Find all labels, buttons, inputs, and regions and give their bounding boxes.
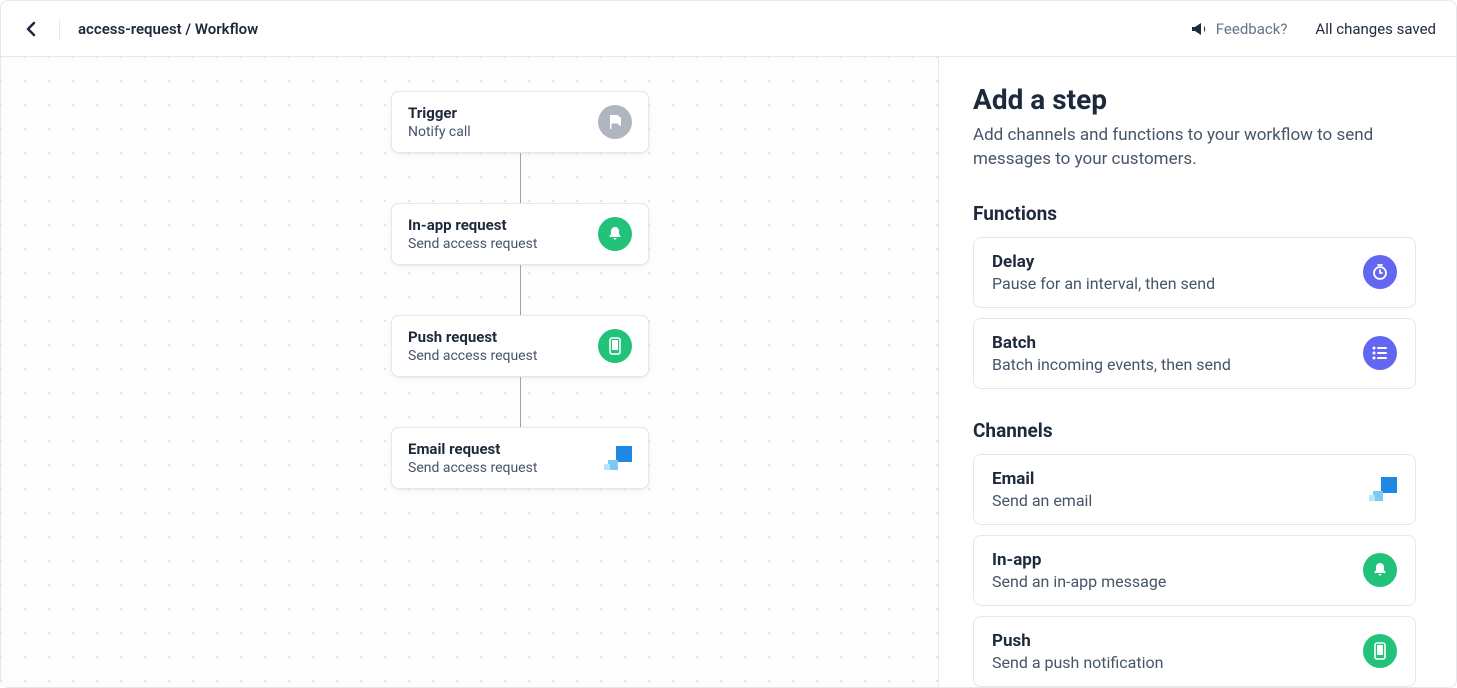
workflow-node-trigger[interactable]: Trigger Notify call bbox=[391, 91, 649, 153]
header: access-request / Workflow Feedback? All … bbox=[1, 1, 1456, 57]
workflow-node-push[interactable]: Push request Send access request bbox=[391, 315, 649, 377]
clock-icon bbox=[1363, 255, 1397, 289]
card-subtitle: Send an in-app message bbox=[992, 572, 1166, 591]
card-title: Delay bbox=[992, 252, 1215, 272]
node-subtitle: Notify call bbox=[408, 124, 471, 140]
function-card-delay[interactable]: Delay Pause for an interval, then send bbox=[973, 237, 1416, 308]
node-text: Trigger Notify call bbox=[408, 104, 471, 140]
phone-icon bbox=[598, 329, 632, 363]
body: Trigger Notify call In-app request Send … bbox=[1, 57, 1456, 687]
node-subtitle: Send access request bbox=[408, 236, 537, 252]
feedback-button[interactable]: Feedback? bbox=[1190, 20, 1288, 38]
functions-heading: Functions bbox=[973, 202, 1416, 225]
header-right: Feedback? All changes saved bbox=[1190, 20, 1436, 38]
channel-card-push[interactable]: Push Send a push notification bbox=[973, 616, 1416, 687]
chevron-left-icon bbox=[26, 21, 36, 37]
sidebar: Add a step Add channels and functions to… bbox=[938, 57, 1456, 687]
list-icon bbox=[1363, 336, 1397, 370]
card-text: In-app Send an in-app message bbox=[992, 550, 1166, 591]
phone-icon bbox=[1363, 634, 1397, 668]
save-status: All changes saved bbox=[1315, 20, 1436, 38]
workflow-node-inapp[interactable]: In-app request Send access request bbox=[391, 203, 649, 265]
card-text: Delay Pause for an interval, then send bbox=[992, 252, 1215, 293]
workflow-flow: Trigger Notify call In-app request Send … bbox=[391, 91, 649, 489]
back-button[interactable] bbox=[21, 19, 41, 39]
card-title: Email bbox=[992, 469, 1092, 489]
card-title: Push bbox=[992, 631, 1163, 651]
email-icon bbox=[1369, 477, 1397, 501]
sidebar-title: Add a step bbox=[973, 83, 1416, 116]
megaphone-icon bbox=[1190, 21, 1208, 37]
node-text: Push request Send access request bbox=[408, 328, 537, 364]
header-divider bbox=[59, 19, 60, 39]
feedback-label: Feedback? bbox=[1216, 20, 1288, 38]
node-title: Email request bbox=[408, 440, 537, 458]
card-title: Batch bbox=[992, 333, 1231, 353]
function-card-batch[interactable]: Batch Batch incoming events, then send bbox=[973, 318, 1416, 389]
channel-card-email[interactable]: Email Send an email bbox=[973, 454, 1416, 525]
node-text: In-app request Send access request bbox=[408, 216, 537, 252]
workflow-node-email[interactable]: Email request Send access request bbox=[391, 427, 649, 489]
email-icon bbox=[604, 446, 632, 470]
bell-icon bbox=[598, 217, 632, 251]
node-subtitle: Send access request bbox=[408, 460, 537, 476]
node-subtitle: Send access request bbox=[408, 348, 537, 364]
node-title: Push request bbox=[408, 328, 537, 346]
channel-card-inapp[interactable]: In-app Send an in-app message bbox=[973, 535, 1416, 606]
bell-icon bbox=[1363, 553, 1397, 587]
card-text: Batch Batch incoming events, then send bbox=[992, 333, 1231, 374]
node-title: Trigger bbox=[408, 104, 471, 122]
card-subtitle: Pause for an interval, then send bbox=[992, 274, 1215, 293]
sidebar-description: Add channels and functions to your workf… bbox=[973, 124, 1416, 172]
channels-heading: Channels bbox=[973, 419, 1416, 442]
card-subtitle: Send an email bbox=[992, 491, 1092, 510]
app-frame: access-request / Workflow Feedback? All … bbox=[0, 0, 1457, 688]
workflow-canvas[interactable]: Trigger Notify call In-app request Send … bbox=[1, 57, 938, 687]
breadcrumb: access-request / Workflow bbox=[78, 20, 258, 38]
node-title: In-app request bbox=[408, 216, 537, 234]
card-subtitle: Batch incoming events, then send bbox=[992, 355, 1231, 374]
flag-icon bbox=[598, 105, 632, 139]
card-subtitle: Send a push notification bbox=[992, 653, 1163, 672]
connector bbox=[520, 153, 521, 203]
node-text: Email request Send access request bbox=[408, 440, 537, 476]
connector bbox=[520, 377, 521, 427]
card-text: Email Send an email bbox=[992, 469, 1092, 510]
connector bbox=[520, 265, 521, 315]
card-title: In-app bbox=[992, 550, 1041, 570]
card-text: Push Send a push notification bbox=[992, 631, 1163, 672]
